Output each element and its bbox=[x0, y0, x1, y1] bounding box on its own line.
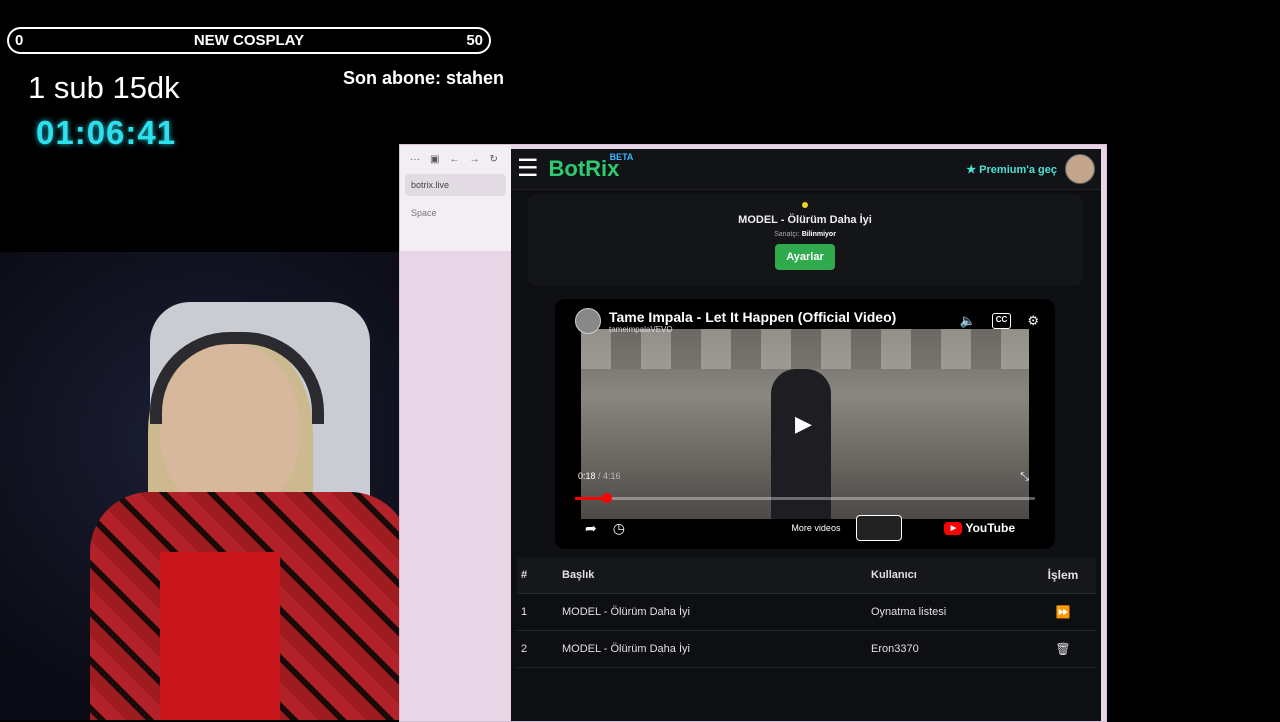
last-subscriber: Son abone: stahen bbox=[343, 68, 505, 88]
red-top bbox=[160, 552, 280, 720]
goal-max: 50 bbox=[466, 32, 483, 49]
row-user: Oynatma listesi bbox=[871, 606, 947, 618]
botrix-app: ☰ BotRix BETA ★ Premium'a geç MODEL - Ölü… bbox=[511, 149, 1101, 721]
table-row: 2 MODEL - Ölürüm Daha İyi Eron3370 🗑 bbox=[517, 631, 1096, 668]
volume-icon[interactable]: 🔈 bbox=[960, 313, 976, 329]
beta-badge: BETA bbox=[609, 152, 634, 162]
reload-icon[interactable]: ↻ bbox=[489, 154, 497, 165]
col-title: Başlık bbox=[562, 569, 595, 581]
trash-icon[interactable]: 🗑 bbox=[1030, 642, 1096, 656]
song-queue-table: # Başlık Kullanıcı İşlem 1 MODEL - Ölürü… bbox=[517, 557, 1096, 668]
skip-icon[interactable]: ⏩ bbox=[1030, 605, 1096, 619]
more-videos-label[interactable]: More videos bbox=[791, 523, 840, 533]
sub-goal-bar: 0 NEW COSPLAY 50 bbox=[7, 27, 491, 54]
countdown-timer: 01:06:41 bbox=[36, 114, 177, 151]
captions-icon[interactable]: CC bbox=[991, 313, 1012, 329]
channel-name[interactable]: tameimpalaVEVO bbox=[609, 325, 896, 334]
share-icon[interactable]: ➦ bbox=[585, 520, 597, 537]
botrix-logo[interactable]: BotRix BETA bbox=[549, 152, 634, 182]
row-number: 2 bbox=[521, 643, 528, 655]
table-header: # Başlık Kullanıcı İşlem bbox=[517, 557, 1096, 594]
time-display: 0:18 / 4:16 bbox=[578, 471, 621, 481]
col-number: # bbox=[521, 569, 528, 581]
goal-title: NEW COSPLAY bbox=[193, 32, 305, 49]
more-icon[interactable]: ··· bbox=[410, 154, 420, 165]
col-action: İşlem bbox=[1047, 568, 1079, 582]
sub-info-text: 1 sub 15dk bbox=[28, 70, 180, 105]
expand-icon[interactable]: ⤡ bbox=[1020, 471, 1029, 484]
play-icon[interactable]: ▶ bbox=[795, 411, 812, 437]
premium-link[interactable]: ★ Premium'a geç bbox=[966, 163, 1057, 176]
more-videos-thumbnail[interactable] bbox=[856, 515, 903, 541]
forward-icon[interactable]: → bbox=[469, 154, 479, 165]
watch-later-icon[interactable]: ◷ bbox=[613, 520, 625, 537]
gear-icon[interactable]: ⚙ bbox=[1027, 313, 1039, 329]
col-user: Kullanıcı bbox=[871, 569, 917, 581]
settings-button[interactable]: Ayarlar bbox=[775, 244, 835, 270]
back-icon[interactable]: ← bbox=[449, 154, 459, 165]
video-title[interactable]: Tame Impala - Let It Happen (Official Vi… bbox=[609, 309, 896, 325]
app-header: ☰ BotRix BETA ★ Premium'a geç bbox=[511, 149, 1101, 190]
row-title: MODEL - Ölürüm Daha İyi bbox=[562, 643, 690, 655]
tab-botrix[interactable]: botrix.live bbox=[405, 174, 506, 196]
now-playing-title: MODEL - Ölürüm Daha İyi bbox=[738, 214, 872, 226]
goal-min: 0 bbox=[15, 32, 24, 49]
channel-avatar[interactable] bbox=[575, 308, 601, 334]
status-dot bbox=[802, 202, 808, 208]
progress-bar[interactable] bbox=[575, 493, 1035, 503]
browser-window: ··· ▣ ← → ↻ botrix.live Space ☰ BotRix BE… bbox=[399, 144, 1107, 722]
now-playing-card: MODEL - Ölürüm Daha İyi Sanatçı: Bilinmi… bbox=[528, 194, 1082, 286]
youtube-player[interactable]: Tame Impala - Let It Happen (Official Vi… bbox=[555, 299, 1055, 549]
row-title: MODEL - Ölürüm Daha İyi bbox=[562, 606, 690, 618]
browser-sidebar: ··· ▣ ← → ↻ botrix.live Space bbox=[400, 145, 512, 251]
youtube-logo[interactable]: ▶ YouTube bbox=[944, 521, 1015, 535]
table-row: 1 MODEL - Ölürüm Daha İyi Oynatma listes… bbox=[517, 594, 1096, 631]
row-number: 1 bbox=[521, 606, 528, 618]
row-user: Eron3370 bbox=[871, 643, 919, 655]
hamburger-menu-icon[interactable]: ☰ bbox=[517, 157, 539, 181]
now-playing-artist: Sanatçı: Bilinmiyor bbox=[774, 231, 836, 238]
space-label[interactable]: Space bbox=[400, 196, 511, 230]
user-avatar[interactable] bbox=[1065, 154, 1095, 184]
sidebar-toggle-icon[interactable]: ▣ bbox=[430, 154, 439, 165]
